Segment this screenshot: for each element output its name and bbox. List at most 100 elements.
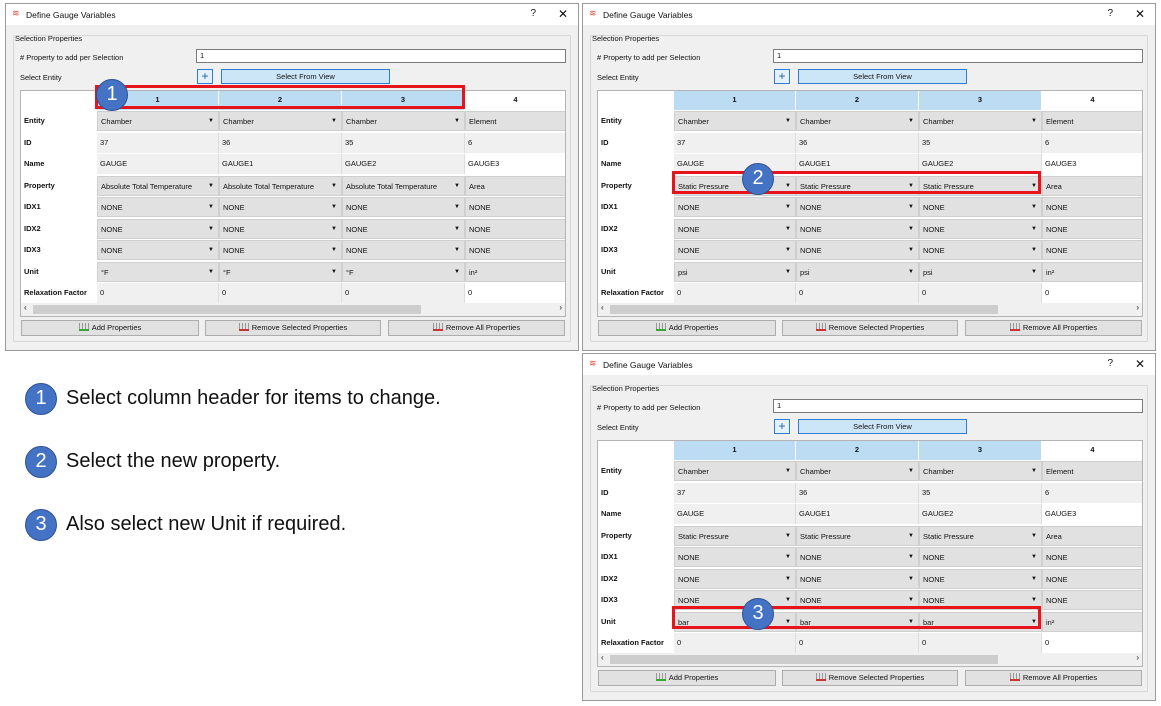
- combo-cell[interactable]: NONE: [1042, 569, 1143, 589]
- combo-cell[interactable]: NONE▼: [674, 219, 796, 239]
- close-button[interactable]: ✕: [1135, 357, 1145, 371]
- combo-cell[interactable]: NONE▼: [796, 547, 919, 567]
- combo-cell[interactable]: NONE: [465, 240, 566, 260]
- combo-cell[interactable]: NONE▼: [219, 240, 342, 260]
- combo-cell[interactable]: NONE▼: [342, 197, 465, 217]
- combo-cell[interactable]: NONE: [465, 219, 566, 239]
- text-cell[interactable]: GAUGE2: [919, 504, 1042, 524]
- help-button[interactable]: ?: [530, 8, 536, 19]
- scroll-right-icon[interactable]: ›: [1136, 653, 1139, 662]
- combo-cell[interactable]: NONE▼: [674, 547, 796, 567]
- combo-cell[interactable]: NONE▼: [219, 219, 342, 239]
- text-cell[interactable]: GAUGE: [674, 504, 796, 524]
- combo-cell[interactable]: NONE▼: [919, 569, 1042, 589]
- combo-cell[interactable]: Element: [465, 111, 566, 131]
- combo-cell[interactable]: NONE▼: [674, 569, 796, 589]
- text-cell[interactable]: GAUGE: [97, 154, 219, 174]
- text-cell[interactable]: 37: [674, 133, 796, 153]
- text-cell[interactable]: GAUGE2: [342, 154, 465, 174]
- horizontal-scrollbar[interactable]: ‹›: [598, 653, 1142, 666]
- combo-cell[interactable]: psi▼: [919, 262, 1042, 282]
- combo-cell[interactable]: Area: [1042, 176, 1143, 196]
- close-button[interactable]: ✕: [1135, 7, 1145, 21]
- add-entity-button[interactable]: +: [197, 69, 213, 84]
- text-cell[interactable]: 35: [919, 483, 1042, 503]
- text-cell[interactable]: 36: [219, 133, 342, 153]
- text-cell[interactable]: 0: [674, 633, 796, 653]
- combo-cell[interactable]: Static Pressure▼: [674, 526, 796, 546]
- column-header[interactable]: 1: [674, 91, 796, 110]
- column-header[interactable]: 4: [1042, 441, 1143, 460]
- combo-cell[interactable]: Chamber▼: [674, 111, 796, 131]
- combo-cell[interactable]: Element: [1042, 461, 1143, 481]
- text-cell[interactable]: 35: [919, 133, 1042, 153]
- help-button[interactable]: ?: [1107, 358, 1113, 369]
- combo-cell[interactable]: Area: [1042, 526, 1143, 546]
- scrollbar-thumb[interactable]: [610, 655, 998, 664]
- combo-cell[interactable]: °F▼: [219, 262, 342, 282]
- column-header[interactable]: 2: [796, 441, 919, 460]
- add-properties-button[interactable]: Add Properties: [598, 670, 776, 686]
- combo-cell[interactable]: Static Pressure▼: [919, 526, 1042, 546]
- combo-cell[interactable]: NONE: [1042, 197, 1143, 217]
- property-count-input[interactable]: 1: [773, 49, 1143, 63]
- text-cell[interactable]: 6: [1042, 133, 1143, 153]
- combo-cell[interactable]: NONE: [1042, 590, 1143, 610]
- text-cell[interactable]: GAUGE3: [465, 154, 566, 174]
- text-cell[interactable]: GAUGE1: [796, 504, 919, 524]
- combo-cell[interactable]: Chamber▼: [919, 461, 1042, 481]
- select-from-view-button[interactable]: Select From View: [798, 69, 967, 84]
- remove-selected-properties-button[interactable]: Remove Selected Properties: [782, 320, 958, 336]
- text-cell[interactable]: 0: [674, 283, 796, 303]
- combo-cell[interactable]: NONE: [1042, 219, 1143, 239]
- combo-cell[interactable]: NONE▼: [97, 240, 219, 260]
- combo-cell[interactable]: NONE▼: [97, 219, 219, 239]
- combo-cell[interactable]: in²: [1042, 612, 1143, 632]
- remove-all-properties-button[interactable]: Remove All Properties: [965, 670, 1142, 686]
- combo-cell[interactable]: °F▼: [342, 262, 465, 282]
- scrollbar-thumb[interactable]: [610, 305, 998, 314]
- text-cell[interactable]: 0: [919, 633, 1042, 653]
- combo-cell[interactable]: NONE▼: [219, 197, 342, 217]
- text-cell[interactable]: 35: [342, 133, 465, 153]
- column-header[interactable]: 4: [1042, 91, 1143, 110]
- combo-cell[interactable]: Absolute Total Temperature▼: [219, 176, 342, 196]
- combo-cell[interactable]: Chamber▼: [219, 111, 342, 131]
- text-cell[interactable]: 0: [919, 283, 1042, 303]
- remove-selected-properties-button[interactable]: Remove Selected Properties: [782, 670, 958, 686]
- scrollbar-thumb[interactable]: [33, 305, 421, 314]
- combo-cell[interactable]: Chamber▼: [97, 111, 219, 131]
- text-cell[interactable]: 0: [796, 283, 919, 303]
- remove-all-properties-button[interactable]: Remove All Properties: [388, 320, 565, 336]
- combo-cell[interactable]: NONE▼: [97, 197, 219, 217]
- combo-cell[interactable]: Chamber▼: [674, 461, 796, 481]
- combo-cell[interactable]: °F▼: [97, 262, 219, 282]
- combo-cell[interactable]: Absolute Total Temperature▼: [97, 176, 219, 196]
- horizontal-scrollbar[interactable]: ‹›: [598, 303, 1142, 316]
- select-from-view-button[interactable]: Select From View: [221, 69, 390, 84]
- combo-cell[interactable]: NONE: [465, 197, 566, 217]
- select-from-view-button[interactable]: Select From View: [798, 419, 967, 434]
- combo-cell[interactable]: NONE▼: [796, 219, 919, 239]
- text-cell[interactable]: 37: [674, 483, 796, 503]
- combo-cell[interactable]: NONE▼: [342, 240, 465, 260]
- combo-cell[interactable]: Chamber▼: [342, 111, 465, 131]
- text-cell[interactable]: GAUGE3: [1042, 504, 1143, 524]
- text-cell[interactable]: 36: [796, 133, 919, 153]
- text-cell[interactable]: 0: [342, 283, 465, 303]
- scroll-right-icon[interactable]: ›: [559, 303, 562, 312]
- add-entity-button[interactable]: +: [774, 69, 790, 84]
- scroll-left-icon[interactable]: ‹: [601, 303, 604, 312]
- text-cell[interactable]: 6: [1042, 483, 1143, 503]
- combo-cell[interactable]: NONE▼: [796, 569, 919, 589]
- horizontal-scrollbar[interactable]: ‹›: [21, 303, 565, 316]
- scroll-left-icon[interactable]: ‹: [601, 653, 604, 662]
- combo-cell[interactable]: Chamber▼: [796, 111, 919, 131]
- combo-cell[interactable]: Element: [1042, 111, 1143, 131]
- combo-cell[interactable]: psi▼: [796, 262, 919, 282]
- combo-cell[interactable]: NONE▼: [674, 240, 796, 260]
- combo-cell[interactable]: NONE▼: [796, 240, 919, 260]
- column-header[interactable]: 4: [465, 91, 566, 110]
- text-cell[interactable]: GAUGE1: [219, 154, 342, 174]
- text-cell[interactable]: 0: [796, 633, 919, 653]
